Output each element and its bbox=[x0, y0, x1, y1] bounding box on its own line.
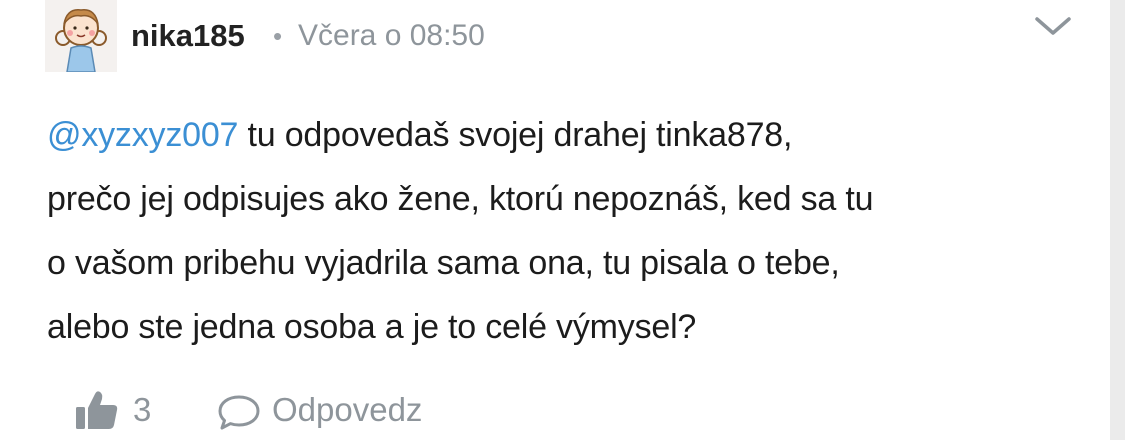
speech-bubble-icon bbox=[218, 395, 260, 430]
comment-line: prečo jej odpisujes ako žene, ktorú nepo… bbox=[47, 180, 874, 218]
like-count: 3 bbox=[133, 391, 152, 428]
meta-separator: • bbox=[273, 21, 283, 51]
thumbs-up-icon bbox=[76, 391, 118, 429]
comment-card: nika185 • Včera o 08:50 @xyzxyz007 tu od… bbox=[0, 0, 1110, 440]
comment-text: tu odpovedaš svojej drahej tinka878, bbox=[238, 116, 793, 154]
chevron-down-icon bbox=[1035, 17, 1071, 35]
comment-line: @xyzxyz007 tu odpovedaš svojej drahej ti… bbox=[47, 103, 1097, 167]
reply-icon-button[interactable] bbox=[216, 393, 262, 431]
author-name[interactable]: nika185 bbox=[131, 18, 245, 54]
avatar[interactable] bbox=[45, 0, 117, 72]
comment-line: alebo ste jedna osoba a je to celé výmys… bbox=[47, 308, 697, 346]
like-button[interactable] bbox=[74, 389, 120, 431]
comment-timestamp: Včera o 08:50 bbox=[298, 19, 485, 52]
comment-body: @xyzxyz007 tu odpovedaš svojej drahej ti… bbox=[47, 103, 1097, 359]
comment-menu-button[interactable] bbox=[1030, 12, 1076, 42]
reply-button[interactable]: Odpovedz bbox=[272, 388, 422, 432]
girl-avatar-icon bbox=[45, 0, 117, 72]
comment-line: o vašom pribehu vyjadrila sama ona, tu p… bbox=[47, 244, 840, 282]
user-mention-link[interactable]: @xyzxyz007 bbox=[47, 116, 238, 154]
